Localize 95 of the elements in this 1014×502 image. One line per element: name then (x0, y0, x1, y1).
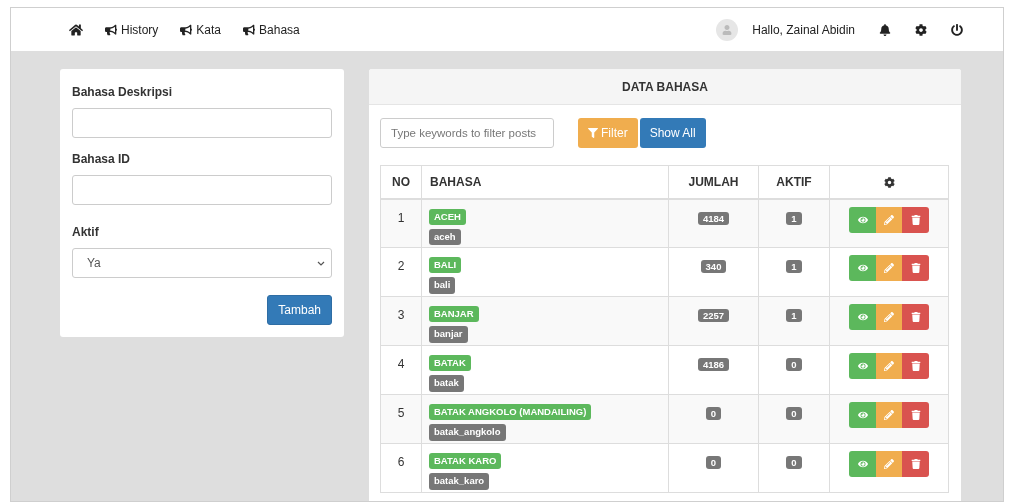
trash-icon (910, 410, 921, 420)
eye-icon (857, 410, 868, 420)
row-number: 5 (397, 406, 405, 420)
text-field[interactable] (72, 108, 332, 138)
language-code-label: batak_karo (429, 473, 490, 490)
column-header: BAHASA (421, 165, 669, 199)
count-badge: 0 (705, 407, 722, 420)
eye-icon (857, 459, 868, 469)
pencil-icon (884, 459, 894, 469)
edit-button[interactable] (876, 255, 902, 281)
filter-icon (588, 128, 598, 138)
view-button[interactable] (849, 255, 876, 281)
select-field[interactable]: Ya (72, 248, 332, 278)
column-header: NO (380, 165, 422, 199)
user-greeting[interactable]: Hallo, Zainal Abidin (752, 20, 855, 39)
active-badge: 0 (786, 407, 802, 420)
panel-header: DATA BAHASA (369, 69, 961, 105)
search-field[interactable]: Type keywords to filter posts (380, 118, 554, 148)
pencil-icon (884, 263, 894, 273)
active-badge: 1 (786, 260, 802, 273)
row-number: 1 (397, 210, 405, 225)
field-label: Aktif (72, 224, 100, 241)
chevron-icon (317, 260, 325, 266)
pencil-icon (884, 410, 894, 420)
count-badge: 340 (700, 260, 727, 273)
row-number: 3 (397, 308, 405, 322)
edit-button[interactable] (876, 206, 902, 233)
pencil-icon (884, 361, 894, 371)
nav-link[interactable]: Kata (180, 20, 222, 39)
power-icon[interactable] (951, 23, 963, 36)
megaphone-icon (105, 23, 117, 36)
count-badge: 0 (705, 456, 722, 469)
field-label: Bahasa ID (72, 151, 132, 168)
add-button[interactable]: Tambah (267, 295, 332, 325)
row-number: 4 (397, 357, 405, 371)
user-icon (722, 24, 733, 35)
count-badge: 2257 (697, 309, 730, 322)
nav-link[interactable]: Bahasa (243, 20, 300, 39)
eye-icon (857, 214, 868, 225)
language-label: BATAK KARO (429, 453, 502, 470)
eye-icon (857, 263, 868, 273)
delete-button[interactable] (902, 304, 929, 330)
active-badge: 1 (786, 211, 802, 225)
text-field[interactable] (72, 175, 332, 205)
delete-button[interactable] (902, 353, 929, 379)
language-label: BANJAR (429, 306, 479, 323)
delete-button[interactable] (902, 451, 929, 477)
bell-icon[interactable] (879, 23, 891, 36)
view-button[interactable] (849, 304, 876, 330)
edit-button[interactable] (876, 353, 902, 379)
delete-button[interactable] (902, 255, 929, 281)
megaphone-icon (180, 23, 193, 36)
view-button[interactable] (849, 353, 876, 379)
language-code-label: batak_angkolo (429, 424, 506, 441)
language-label: BALI (429, 257, 462, 274)
eye-icon (857, 361, 868, 371)
delete-button[interactable] (902, 206, 929, 233)
language-code-label: batak (429, 375, 464, 392)
view-button[interactable] (849, 402, 876, 428)
trash-icon (910, 312, 921, 322)
home-icon[interactable] (69, 22, 83, 37)
edit-button[interactable] (876, 451, 902, 477)
edit-button[interactable] (876, 402, 902, 428)
language-label: BATAK (429, 355, 471, 372)
view-button[interactable] (849, 206, 876, 233)
delete-button[interactable] (902, 402, 929, 428)
megaphone-icon (243, 23, 256, 36)
language-code-label: bali (429, 277, 456, 294)
count-badge: 4184 (697, 211, 730, 225)
pencil-icon (884, 312, 894, 322)
language-code-label: aceh (429, 228, 461, 245)
column-header: AKTIF (758, 165, 830, 199)
column-header: JUMLAH (668, 165, 759, 199)
language-label: BATAK ANGKOLO (MANDAILING) (429, 404, 592, 421)
trash-icon (910, 361, 921, 371)
trash-icon (910, 263, 921, 273)
field-label: Bahasa Deskripsi (72, 84, 174, 101)
active-badge: 0 (786, 358, 802, 371)
trash-icon (910, 214, 921, 225)
eye-icon (857, 312, 868, 322)
language-label: ACEH (429, 208, 466, 225)
nav-link[interactable]: History (105, 20, 159, 39)
view-button[interactable] (849, 451, 876, 477)
pencil-icon (884, 214, 894, 225)
active-badge: 0 (786, 456, 802, 469)
language-code-label: banjar (429, 326, 468, 343)
row-number: 2 (397, 259, 405, 273)
trash-icon (910, 459, 921, 469)
count-badge: 4186 (697, 358, 730, 371)
settings-icon[interactable] (915, 23, 927, 36)
row-number: 6 (397, 455, 405, 469)
edit-button[interactable] (876, 304, 902, 330)
settings-icon (883, 177, 895, 189)
show-all-button[interactable]: Show All (639, 118, 706, 148)
active-badge: 1 (786, 309, 802, 322)
